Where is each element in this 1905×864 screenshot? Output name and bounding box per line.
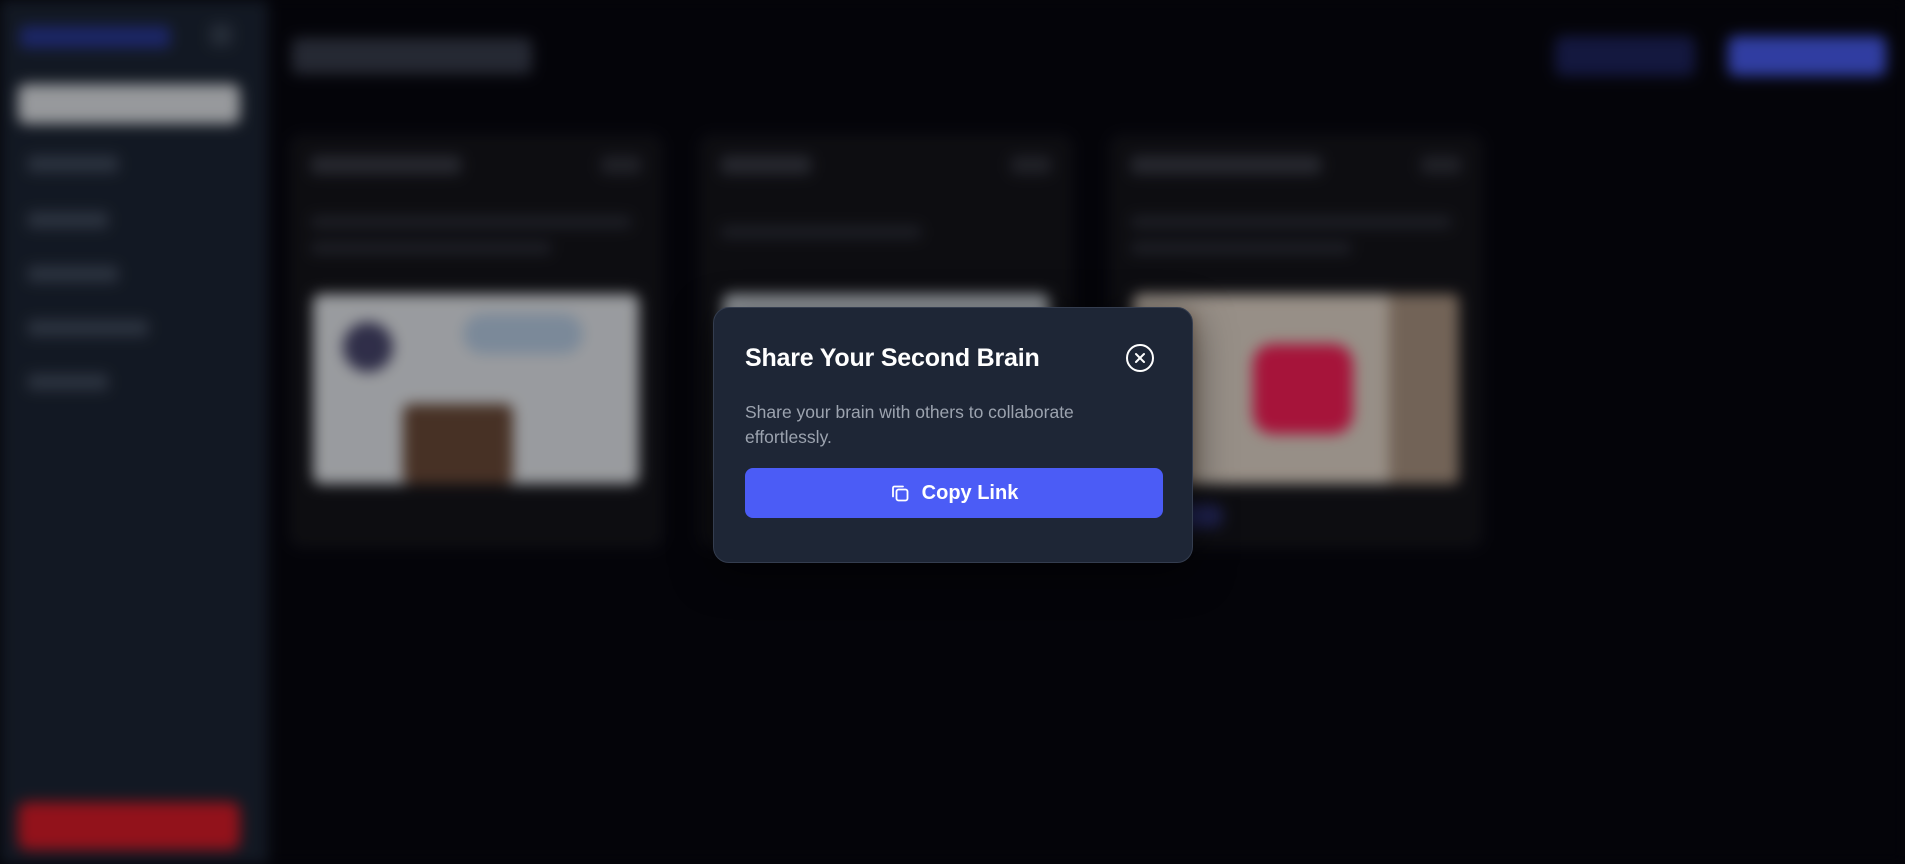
copy-icon (891, 485, 909, 502)
share-brain-modal: Share Your Second Brain Share your brain… (713, 307, 1193, 563)
modal-header: Share Your Second Brain (745, 338, 1161, 378)
copy-link-label: Copy Link (921, 481, 1019, 504)
app-root: Share Your Second Brain Share your brain… (0, 0, 1905, 864)
modal-description: Share your brain with others to collabor… (745, 402, 1074, 447)
close-icon (1135, 353, 1145, 363)
close-button[interactable] (1126, 344, 1154, 372)
modal-title: Share Your Second Brain (745, 343, 1040, 372)
copy-link-button[interactable]: Copy Link (745, 468, 1163, 518)
